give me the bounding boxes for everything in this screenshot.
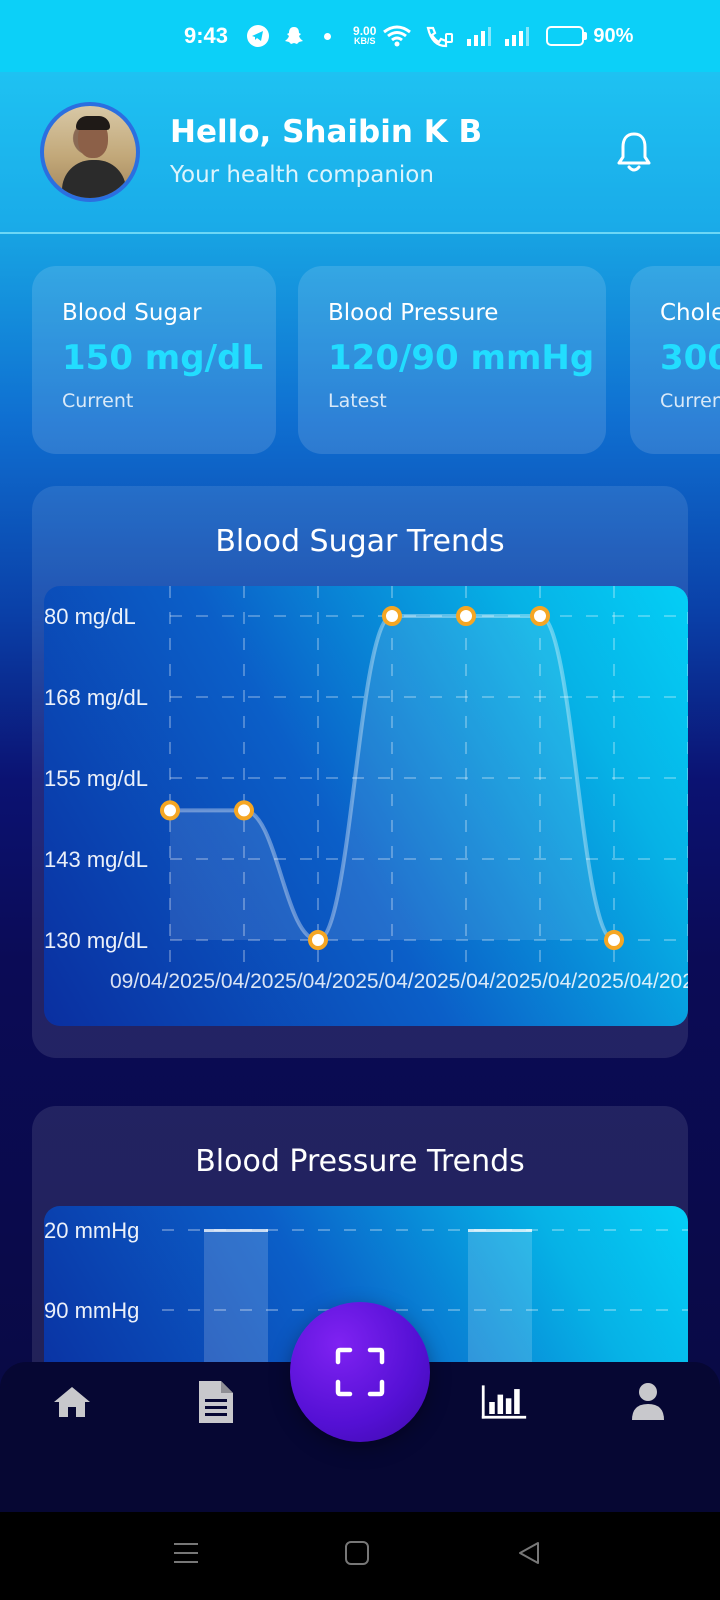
data-point[interactable] <box>234 800 254 821</box>
profile-icon[interactable] <box>624 1378 672 1426</box>
status-time: 9:43 <box>184 23 229 48</box>
metric-title: Chole <box>660 300 720 326</box>
metric-sub: Latest <box>328 390 387 412</box>
home-square-icon[interactable] <box>344 1540 370 1570</box>
blood-sugar-chart-card: Blood Sugar Trends 80 mg/dL 168 mg/dL 155 … <box>32 486 688 1058</box>
battery-percent: 90% <box>593 24 634 47</box>
greeting-subtitle: Your health companion <box>170 162 434 188</box>
x-tick-labels: 09/04/2025/04/2025/04/2025/04/2025/04/20… <box>110 970 688 993</box>
volte-call-icon <box>424 24 454 48</box>
home-icon[interactable] <box>48 1378 96 1426</box>
blood-sugar-plot: 80 mg/dL 168 mg/dL 155 mg/dL 143 mg/dL 130 m… <box>44 586 688 1026</box>
status-bar: 9:43 9.00 KB/S 90% <box>0 0 720 72</box>
metric-value: 120/90 mmHg <box>328 338 595 378</box>
y-tick-label: 90 mmHg <box>44 1298 139 1323</box>
metric-card-cholesterol[interactable]: Chole 300 Curren <box>630 266 720 454</box>
battery-icon <box>546 26 588 46</box>
greeting-title: Hello, Shaibin K B <box>170 114 483 150</box>
y-tick-label: 168 mg/dL <box>44 685 148 710</box>
app-header: Hello, Shaibin K B Your health companion <box>0 72 720 234</box>
net-speed-value: 9.00 <box>353 24 377 38</box>
scan-button[interactable] <box>290 1302 430 1442</box>
signal-icon <box>504 25 530 47</box>
chart-icon[interactable] <box>480 1378 528 1426</box>
data-point[interactable] <box>604 930 624 950</box>
bar-top <box>204 1229 268 1232</box>
y-tick-label: 130 mg/dL <box>44 928 148 953</box>
chart-title: Blood Sugar Trends <box>215 524 505 559</box>
data-point[interactable] <box>308 930 328 950</box>
back-triangle-icon[interactable] <box>516 1540 542 1570</box>
y-tick-label: 155 mg/dL <box>44 766 148 791</box>
telegram-icon <box>246 24 270 48</box>
data-point[interactable] <box>530 606 550 626</box>
menu-icon[interactable] <box>172 1540 200 1570</box>
dot-icon <box>324 32 332 40</box>
data-point[interactable] <box>382 606 402 626</box>
metric-card-blood-pressure[interactable]: Blood Pressure 120/90 mmHg Latest <box>298 266 606 454</box>
document-icon[interactable] <box>192 1378 240 1426</box>
data-point[interactable] <box>160 800 180 821</box>
metric-value: 300 <box>660 338 720 378</box>
blood-sugar-line-chart: 80 mg/dL 168 mg/dL 155 mg/dL 143 mg/dL 130 m… <box>44 586 688 993</box>
metric-card-blood-sugar[interactable]: Blood Sugar 150 mg/dL Current <box>32 266 276 454</box>
metric-title: Blood Sugar <box>62 300 202 326</box>
series-area <box>170 616 614 940</box>
metric-sub: Curren <box>660 390 720 412</box>
net-speed-unit: KB/S <box>353 36 376 46</box>
signal-icon <box>466 25 492 47</box>
metric-sub: Current <box>62 390 134 412</box>
avatar[interactable] <box>40 102 140 202</box>
metric-value: 150 mg/dL <box>62 338 263 378</box>
wifi-icon <box>382 24 412 48</box>
y-tick-label: 143 mg/dL <box>44 847 148 872</box>
data-point[interactable] <box>456 606 476 626</box>
net-speed: 9.00 KB/S <box>353 24 377 46</box>
chart-title: Blood Pressure Trends <box>195 1144 525 1179</box>
y-tick-label: 80 mg/dL <box>44 604 136 629</box>
bar-top <box>468 1229 532 1232</box>
bell-icon[interactable] <box>614 130 654 174</box>
snapchat-icon <box>282 24 306 48</box>
y-tick-label: 20 mmHg <box>44 1218 139 1243</box>
metric-title: Blood Pressure <box>328 300 499 326</box>
system-nav-bar <box>0 1512 720 1600</box>
scan-icon <box>335 1347 385 1397</box>
